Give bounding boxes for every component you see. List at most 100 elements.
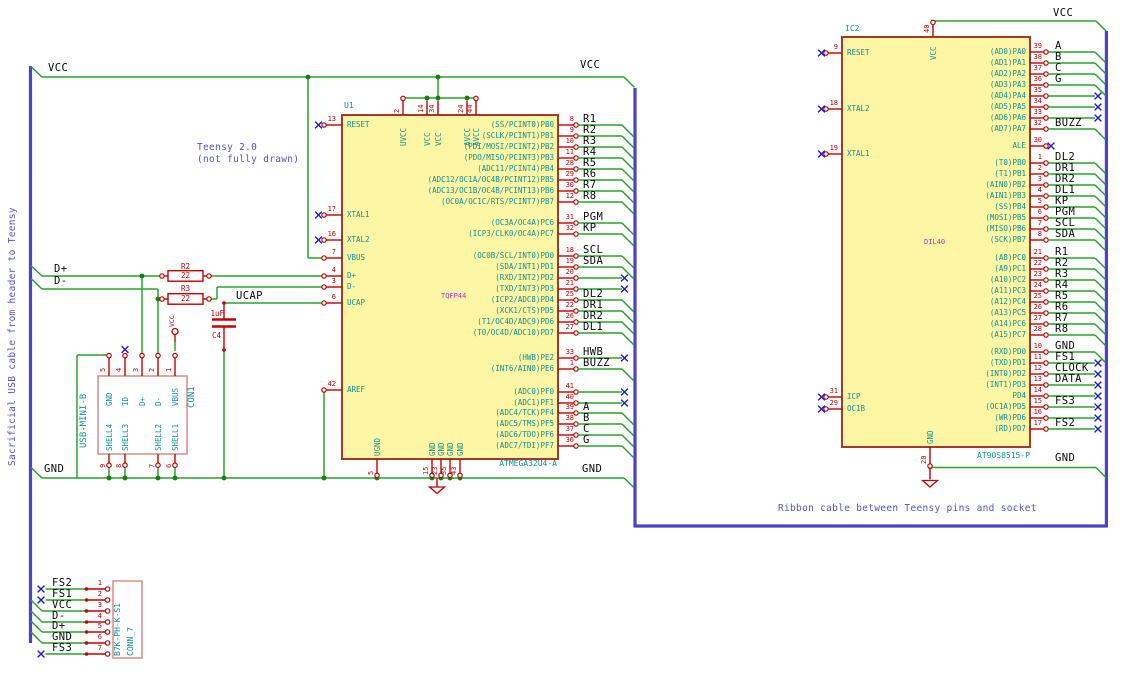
net-label[interactable]: R1 [583,113,596,125]
pin-number[interactable]: 31 [818,387,838,395]
con1-value[interactable]: USB-MINI-B [79,394,89,448]
pin-number[interactable]: 6 [316,293,336,301]
net-label[interactable]: DR2 [1055,173,1075,185]
wire[interactable] [621,168,635,182]
r2-value[interactable]: 22 [168,272,203,280]
wire[interactable] [1094,279,1107,292]
pin-number[interactable]: 3 [88,601,102,609]
net-label[interactable]: FS3 [52,642,72,654]
pin-number[interactable]: 35 [440,466,448,474]
wire[interactable] [621,222,635,236]
wire[interactable] [30,277,43,290]
net-label[interactable]: KP [583,222,596,234]
net-label[interactable]: CLOCK [1055,362,1089,374]
wire[interactable] [1094,73,1107,86]
pin-number[interactable]: 7 [316,248,336,256]
net-label[interactable]: FS3 [1055,395,1075,407]
net-label[interactable]: C [1055,62,1062,74]
net-label[interactable]: VCC [52,599,72,611]
net-label[interactable]: FS2 [1055,417,1075,429]
wire[interactable] [621,445,635,459]
pin-number[interactable]: 18 [818,99,838,107]
net-label[interactable]: DL2 [1055,151,1075,163]
pin-number[interactable]: 42 [316,380,336,388]
wire[interactable] [1094,184,1107,197]
wire[interactable] [621,124,635,138]
wire[interactable] [623,76,635,88]
ic2-ref[interactable]: IC2 [845,24,859,33]
wire[interactable] [30,466,43,479]
net-label[interactable]: R1 [1055,246,1068,258]
wire[interactable] [1094,217,1107,230]
r3-value[interactable]: 22 [168,295,203,303]
net-label[interactable]: R7 [1055,312,1068,324]
wire[interactable] [30,65,43,78]
net-label[interactable]: PGM [583,211,603,223]
conn7-ref[interactable]: CONN_7 [126,627,135,656]
wire[interactable] [1094,228,1107,241]
net-label[interactable]: R4 [583,146,596,158]
net-label[interactable]: B [583,412,590,424]
wire[interactable] [1094,173,1107,186]
wire[interactable] [621,135,635,149]
wire[interactable] [621,321,635,335]
pin-number[interactable]: 44 [466,104,474,112]
pin-number[interactable]: 19 [818,144,838,152]
wire[interactable] [1094,206,1107,219]
net-label[interactable]: BUZZ [1055,117,1082,129]
pin-number[interactable]: 29 [818,399,838,407]
net-label[interactable]: R4 [1055,279,1068,291]
wire[interactable] [621,179,635,193]
wire[interactable] [621,423,635,437]
net-label[interactable]: GND [1055,340,1075,352]
pin-number[interactable]: 6 [165,464,173,468]
pin-number[interactable]: 4 [115,368,123,372]
wire[interactable] [621,233,635,247]
net-label[interactable]: FS1 [1055,351,1075,363]
pin-number[interactable]: 40 [923,25,931,33]
wire[interactable] [623,477,635,489]
pin-number[interactable]: 7 [88,644,102,652]
wire[interactable] [621,310,635,324]
net-label[interactable]: R7 [583,179,596,191]
net-label[interactable]: R2 [583,124,596,136]
wire[interactable] [1094,62,1107,75]
pin-number[interactable]: 2 [148,368,156,372]
wire[interactable] [621,157,635,171]
wire[interactable] [30,599,43,612]
wire[interactable] [1094,239,1107,252]
wire[interactable] [1094,312,1107,325]
pin-number[interactable]: 16 [316,230,336,238]
wire[interactable] [30,610,43,623]
pin-number[interactable]: 15 [422,466,430,474]
pin-number[interactable]: 9 [99,464,107,468]
pin-number[interactable]: 13 [316,115,336,123]
c4-value[interactable]: 1uF [205,310,224,318]
pin-number[interactable]: 5 [88,622,102,630]
net-label[interactable]: PGM [1055,206,1075,218]
net-label-gnd-ic2[interactable]: GND [1055,452,1075,464]
net-label-vcc-ic2[interactable]: VCC [1053,7,1073,19]
pin-number[interactable]: 5 [367,470,375,474]
net-label[interactable]: A [583,401,590,413]
wire[interactable] [1094,290,1107,303]
net-label[interactable]: D+ [52,620,65,632]
net-label[interactable]: DL1 [583,321,603,333]
net-label[interactable]: SCL [1055,217,1075,229]
pin-number[interactable]: 5 [99,368,107,372]
net-label-dplus[interactable]: D+ [54,263,67,275]
net-label[interactable]: C [583,423,590,435]
pin-number[interactable]: 2 [393,108,401,112]
pin-number[interactable]: 23 [431,466,439,474]
wire[interactable] [621,299,635,313]
wire[interactable] [1094,257,1107,270]
wire[interactable] [1094,128,1107,141]
u1-value[interactable]: ATMEGA32U4-A [499,459,557,468]
net-label[interactable]: R8 [583,190,596,202]
net-label[interactable]: B [1055,51,1062,63]
wire[interactable] [621,332,635,346]
wire[interactable] [1094,162,1107,175]
net-label[interactable]: G [583,434,590,446]
wire[interactable] [621,434,635,448]
net-label[interactable]: DL2 [583,288,603,300]
